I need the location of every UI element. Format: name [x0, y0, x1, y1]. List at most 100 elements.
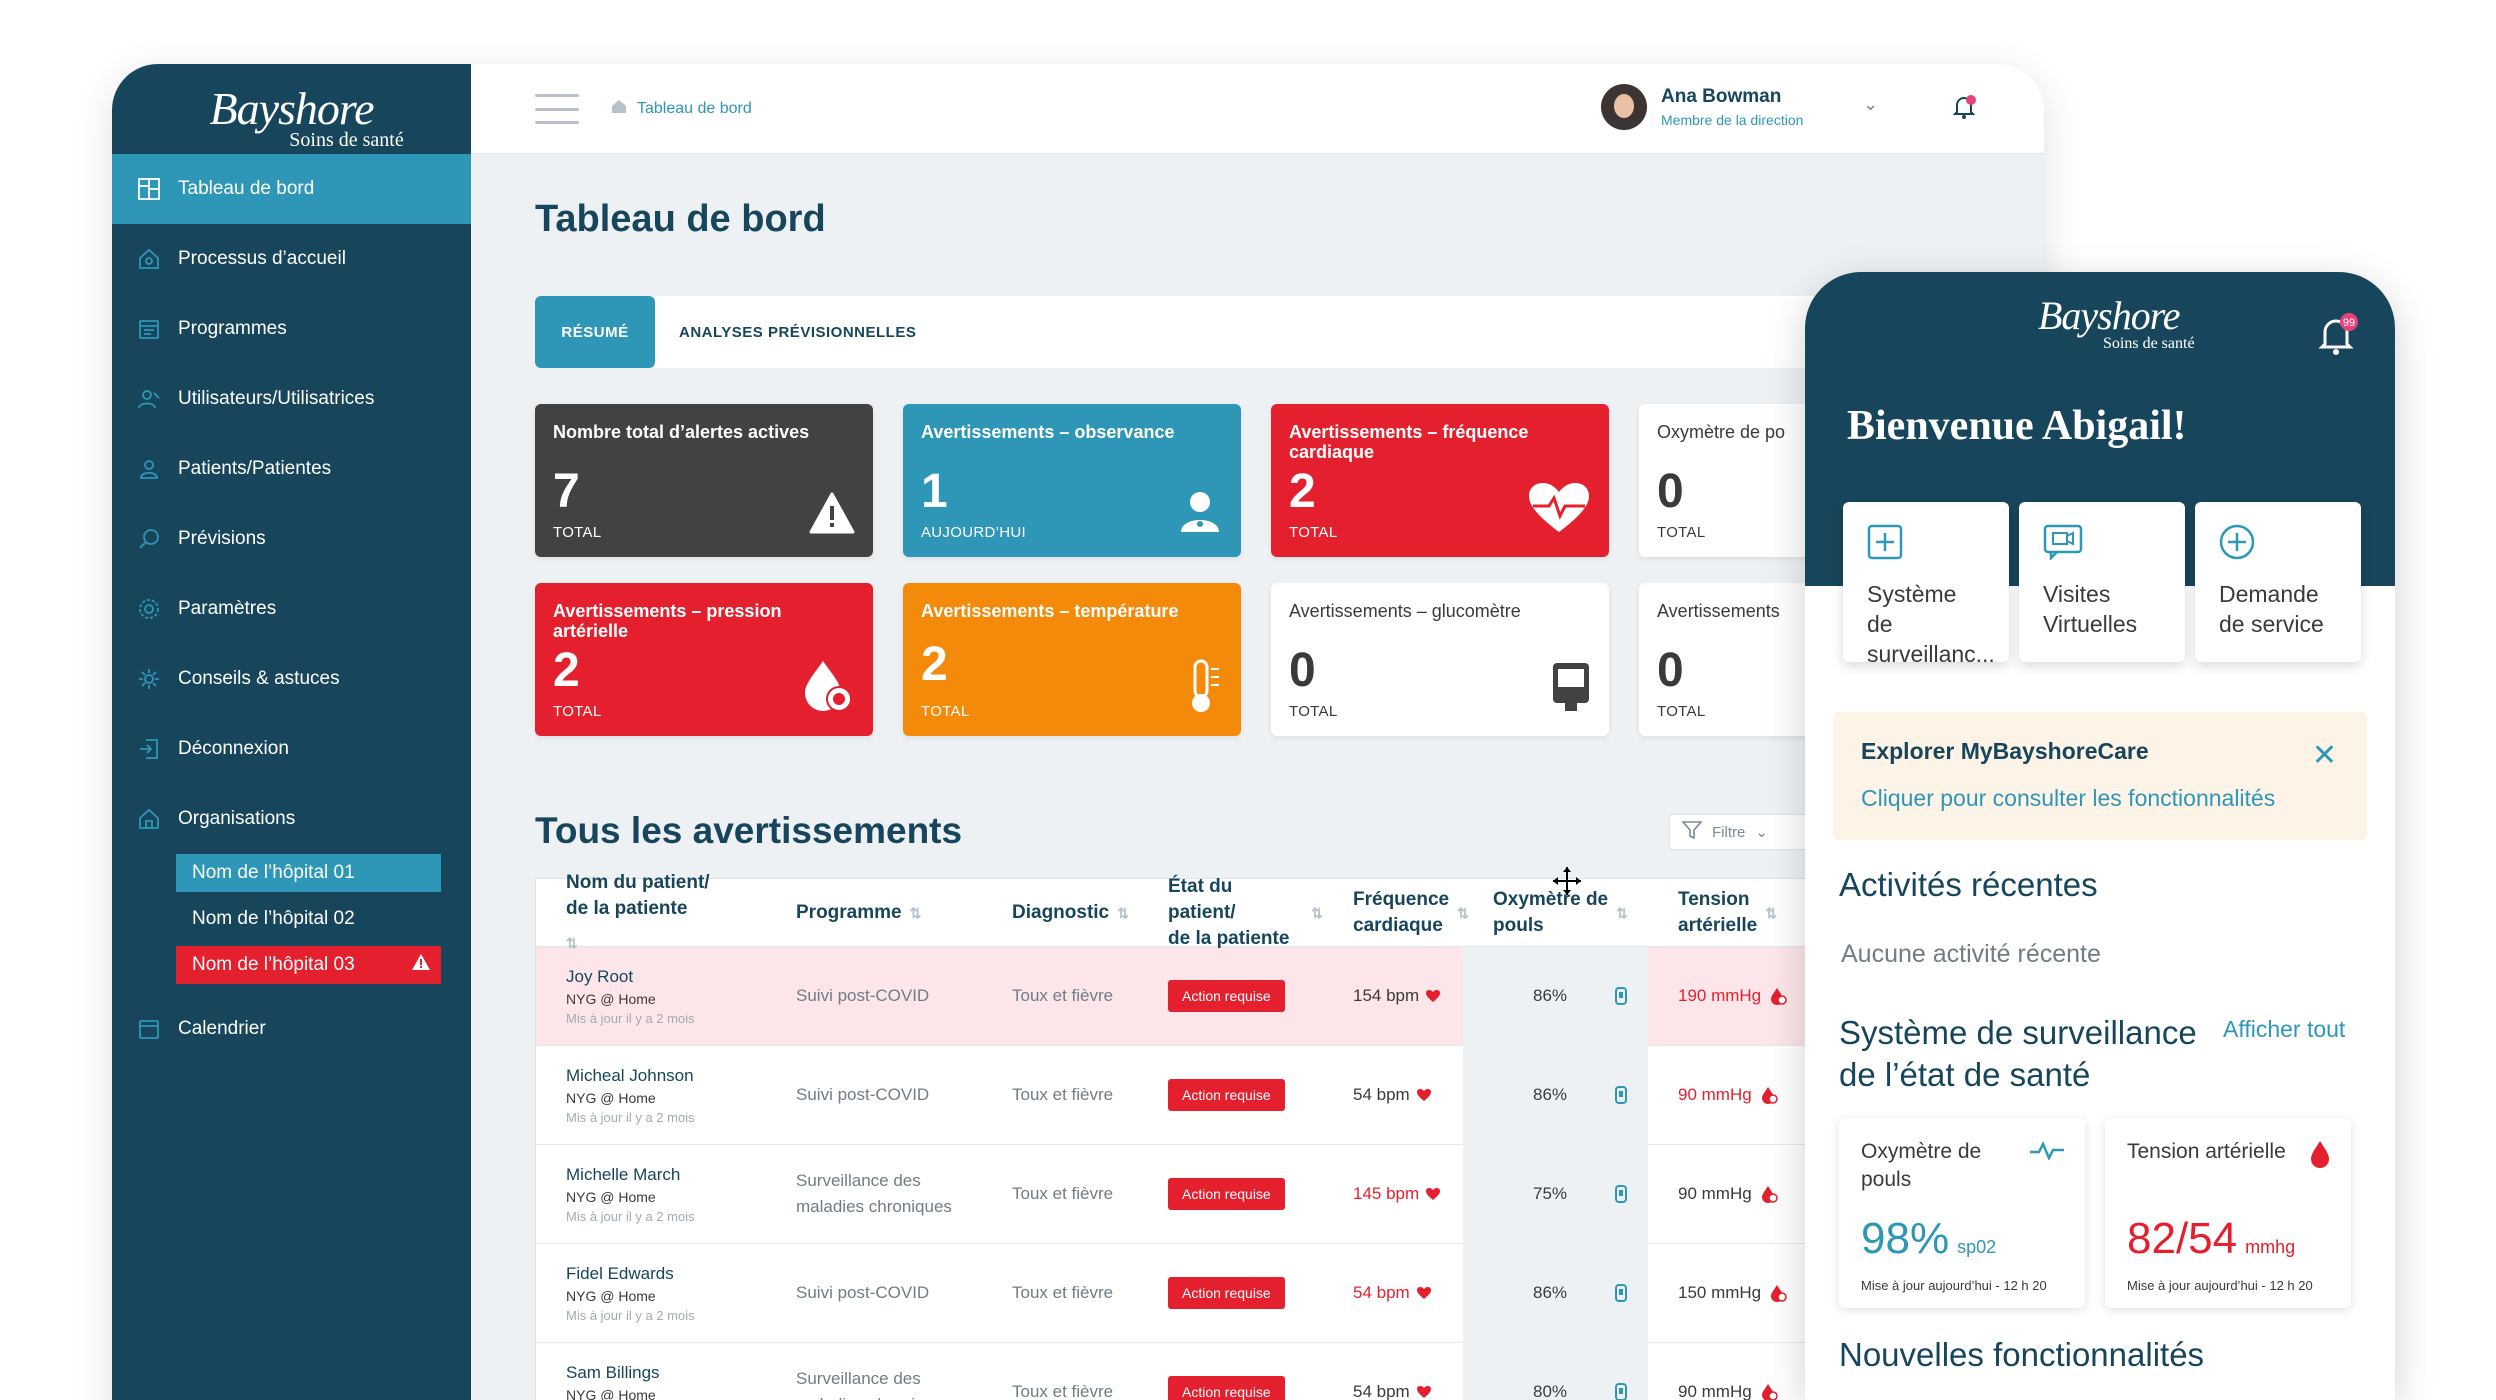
top-bar: Tableau de bord Ana Bowman Membre de la … — [471, 64, 2044, 154]
hospital-item-01[interactable]: Nom de l’hôpital 01 — [176, 854, 441, 892]
sidebar-item-programs[interactable]: Programmes — [112, 294, 471, 364]
chevron-down-icon: ⌄ — [1755, 824, 1768, 841]
sidebar-item-settings[interactable]: Paramètres — [112, 574, 471, 644]
view-all-link[interactable]: Afficher tout — [2223, 1016, 2345, 1043]
column-header-label: Oxymètre de pouls — [1493, 888, 1609, 936]
tab-summary[interactable]: RÉSUMÉ — [535, 296, 655, 368]
patient-name[interactable]: Micheal Johnson — [566, 1066, 694, 1086]
card-title: Avertissements – glucomètre — [1289, 601, 1521, 621]
status-badge[interactable]: Action requise — [1168, 1376, 1285, 1400]
alerts-table: Nom du patient/ de la patiente ⇅ Programme… — [535, 872, 1935, 1400]
sidebar-item-patients[interactable]: Patients/Patientes — [112, 434, 471, 504]
status-badge[interactable]: Action requise — [1168, 1178, 1285, 1210]
column-header[interactable]: Fréquence cardiaque ⇅ — [1323, 879, 1469, 946]
oximeter-icon — [1615, 987, 1627, 1005]
sidebar-item-forecast[interactable]: Prévisions — [112, 504, 471, 574]
card-unit: AUJOURD’HUI — [921, 524, 1026, 541]
column-header[interactable]: Programme ⇅ — [766, 879, 982, 946]
sidebar-item-logout[interactable]: Déconnexion — [112, 714, 471, 784]
sidebar-item-label: Tableau de bord — [178, 178, 315, 199]
card-title: Avertissements – fréquence cardiaque — [1289, 422, 1529, 462]
screenshot-stage: { "desktop": { "logo": {"brand": "Baysho… — [0, 0, 2496, 1400]
status-badge[interactable]: Action requise — [1168, 980, 1285, 1012]
status-badge[interactable]: Action requise — [1168, 1079, 1285, 1111]
column-header[interactable]: État du patient/ de la patiente ⇅ — [1138, 876, 1323, 949]
explore-banner[interactable]: Explorer MyBayshoreCare Cliquer pour con… — [1833, 712, 2367, 840]
home-icon[interactable] — [611, 98, 627, 119]
oximeter-icon — [1615, 1086, 1627, 1104]
program-cell: Suivi post-COVID — [796, 1085, 930, 1104]
notification-bell-icon[interactable]: 99 — [2315, 312, 2359, 361]
sort-icon[interactable]: ⇅ — [1311, 900, 1323, 926]
heart-icon — [1416, 1287, 1431, 1299]
sort-icon[interactable]: ⇅ — [566, 930, 578, 956]
oximeter-cell: 86% — [1463, 946, 1648, 1046]
patient-name[interactable]: Sam Billings — [566, 1363, 660, 1383]
status-cell: Action requise — [1138, 1178, 1323, 1210]
sidebar-item-tips[interactable]: Conseils & astuces — [112, 644, 471, 714]
patient-cell: Joy Root NYG @ Home Mis à jour il y a 2 mo… — [536, 967, 766, 1026]
quick-action-virtual-visits[interactable]: Visites Virtuelles — [2019, 502, 2185, 662]
sort-icon[interactable]: ⇅ — [1616, 900, 1628, 926]
sidebar-item-onboarding[interactable]: Processus d’accueil — [112, 224, 471, 294]
thermometer-icon — [1183, 659, 1223, 718]
table-row[interactable]: Fidel Edwards NYG @ Home Mis à jour il y a… — [536, 1243, 1934, 1343]
heart-icon — [1416, 1386, 1431, 1398]
tab-bar: RÉSUMÉ ANALYSES PRÉVISIONNELLES — [535, 296, 1935, 368]
patient-name[interactable]: Joy Root — [566, 967, 633, 987]
table-row[interactable]: Sam BillingsNYG @ HomeMis à jour il y a … — [536, 1342, 1934, 1400]
sidebar-item-label: Utilisateurs/Utilisatrices — [178, 388, 375, 409]
card-glucometer-alerts[interactable]: Avertissements – glucomètre 0 TOTAL — [1271, 583, 1609, 736]
patient-location: NYG @ Home — [566, 990, 656, 1007]
chevron-down-icon[interactable]: ⌄ — [1863, 94, 1878, 115]
column-header[interactable]: Nom du patient/ de la patiente ⇅ — [536, 872, 766, 951]
table-row[interactable]: Micheal Johnson NYG @ Home Mis à jour il y… — [536, 1045, 1934, 1145]
tab-predictive-analytics[interactable]: ANALYSES PRÉVISIONNELLES — [679, 296, 916, 368]
hospital-item-03[interactable]: Nom de l’hôpital 03 — [176, 946, 441, 984]
quick-action-service-request[interactable]: Demande de service — [2195, 502, 2361, 662]
program-cell: Surveillance des maladies chroniques — [796, 1171, 952, 1216]
notification-bell-icon[interactable] — [1949, 92, 1979, 127]
sort-icon[interactable]: ⇅ — [1117, 900, 1129, 926]
user-menu[interactable]: Ana Bowman Membre de la direction — [1601, 84, 1803, 130]
card-heart-rate-alerts[interactable]: Avertissements – fréquence cardiaque 2 T… — [1271, 404, 1609, 557]
status-cell: Action requise — [1138, 1079, 1323, 1111]
sidebar-item-dashboard[interactable]: Tableau de bord — [112, 154, 471, 224]
card-total-alerts[interactable]: Nombre total d’alertes actives 7 TOTAL — [535, 404, 873, 557]
vital-card-oximeter[interactable]: Oxymètre de pouls 98% sp02 Mise à jour au… — [1839, 1118, 2085, 1308]
hospital-item-02[interactable]: Nom de l’hôpital 02 — [176, 900, 441, 938]
patient-name[interactable]: Michelle March — [566, 1165, 680, 1185]
blood-drop-icon — [1771, 1285, 1787, 1302]
vital-card-blood-pressure[interactable]: Tension artérielle 82/54 mmhg Mise à jour… — [2105, 1118, 2351, 1308]
patient-name[interactable]: Fidel Edwards — [566, 1264, 674, 1284]
table-row[interactable]: Joy Root NYG @ Home Mis à jour il y a 2 mo… — [536, 946, 1934, 1046]
status-badge[interactable]: Action requise — [1168, 1277, 1285, 1309]
organization-icon — [136, 806, 162, 832]
sidebar-item-label: Organisations — [178, 808, 296, 829]
patient-updated: Mis à jour il y a 2 mois — [566, 1010, 695, 1026]
sort-icon[interactable]: ⇅ — [910, 900, 922, 926]
quick-action-monitoring[interactable]: Système de surveillanc... — [1843, 502, 2009, 667]
table-row[interactable]: Michelle March NYG @ Home Mis à jour il y … — [536, 1144, 1934, 1244]
patient-cell: Sam BillingsNYG @ HomeMis à jour il y a … — [536, 1363, 766, 1400]
bayshore-logo[interactable]: Bayshore Soins de santé — [112, 64, 471, 154]
sort-icon[interactable]: ⇅ — [1765, 900, 1777, 926]
menu-icon[interactable] — [535, 94, 579, 124]
card-temperature-alerts[interactable]: Avertissements – température 2 TOTAL — [903, 583, 1241, 736]
page-title: Tableau de bord — [535, 198, 826, 240]
filter-button[interactable]: Filtre ⌄ — [1669, 814, 1809, 850]
sidebar-item-calendar[interactable]: Calendrier — [112, 994, 471, 1064]
column-header-label: Programme — [796, 901, 902, 923]
sidebar-item-users[interactable]: Utilisateurs/Utilisatrices — [112, 364, 471, 434]
card-value: 2 — [921, 638, 948, 691]
sidebar-item-organizations[interactable]: Organisations — [112, 784, 471, 854]
home-icon — [136, 246, 162, 272]
card-title: Avertissements – observance — [921, 422, 1175, 442]
quick-action-label: Système de surveillanc... — [1867, 581, 1995, 667]
breadcrumb-current[interactable]: Tableau de bord — [637, 100, 752, 118]
card-blood-pressure-alerts[interactable]: Avertissements – pression artérielle 2 T… — [535, 583, 873, 736]
column-header[interactable]: Diagnostic ⇅ — [982, 879, 1138, 946]
close-icon[interactable]: ✕ — [2312, 738, 2337, 773]
explore-link[interactable]: Cliquer pour consulter les fonctionnalit… — [1861, 785, 2339, 812]
card-adherence-alerts[interactable]: Avertissements – observance 1 AUJOURD’HU… — [903, 404, 1241, 557]
